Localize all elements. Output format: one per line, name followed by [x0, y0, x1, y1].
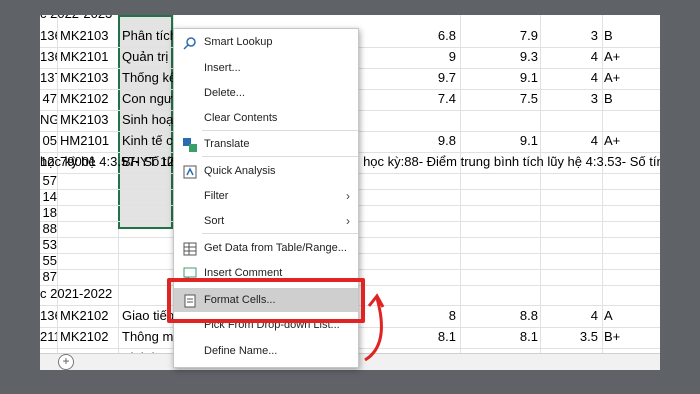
- cell-a[interactable]: 136: [40, 25, 57, 47]
- cell-a[interactable]: 14: [40, 189, 57, 205]
- menu-item-label: Quick Analysis: [204, 165, 276, 177]
- menu-item-label: Insert...: [204, 62, 241, 74]
- cell-e[interactable]: 8.8: [460, 305, 538, 327]
- menu-item-label: Get Data from Table/Range...: [204, 242, 347, 254]
- cell-e[interactable]: [460, 109, 538, 131]
- cell-a[interactable]: 136: [40, 305, 57, 327]
- menu-item-smart-lookup[interactable]: Smart Lookup: [174, 30, 358, 54]
- cell-d[interactable]: 9: [370, 46, 456, 68]
- cell-e[interactable]: 8.1: [460, 326, 538, 348]
- cell-b[interactable]: MK2103: [60, 67, 118, 89]
- cell-b[interactable]: MK2102: [60, 326, 118, 348]
- cell-c[interactable]: Thống kê: [122, 67, 173, 89]
- menu-separator: [202, 130, 358, 131]
- cell-g[interactable]: A+: [604, 130, 654, 152]
- menu-item-sort[interactable]: Sort ›: [174, 209, 358, 233]
- cell-g[interactable]: B: [604, 25, 654, 47]
- cell-a[interactable]: 18: [40, 205, 57, 221]
- cell-e[interactable]: 9.3: [460, 46, 538, 68]
- add-sheet-button[interactable]: +: [58, 354, 74, 370]
- cell-d[interactable]: 9.8: [370, 130, 456, 152]
- cell-b[interactable]: MK2103: [60, 25, 118, 47]
- menu-item-translate[interactable]: Translate: [174, 132, 358, 156]
- cell-c[interactable]: Giao tiếp: [122, 305, 173, 327]
- cell-g[interactable]: A: [604, 305, 654, 327]
- cell-f[interactable]: 3: [540, 88, 598, 110]
- cell-c[interactable]: Con người: [122, 88, 173, 110]
- cell-a[interactable]: 88: [40, 221, 57, 237]
- menu-item-label: Sort: [204, 215, 225, 227]
- cell-g[interactable]: A+: [604, 46, 654, 68]
- cell-a[interactable]: NG4: [40, 109, 57, 131]
- cell-f[interactable]: 4: [540, 67, 598, 89]
- summary-text-left: học kỳ hệ 4:3.57- Số tín: [40, 154, 178, 169]
- cell-c[interactable]: Quản trị: [122, 46, 173, 68]
- menu-item-clear-contents[interactable]: Clear Contents: [174, 106, 358, 130]
- section-header: c 2022-2023: [40, 15, 112, 25]
- cell-g[interactable]: B+: [604, 326, 654, 348]
- highlight-box: [167, 278, 365, 323]
- cell-e[interactable]: 7.9: [460, 25, 538, 47]
- cell-f[interactable]: 3: [540, 25, 598, 47]
- menu-separator: [202, 156, 358, 157]
- menu-item-insert[interactable]: Insert...: [174, 56, 358, 80]
- cell-a[interactable]: 53: [40, 237, 57, 253]
- cell-b[interactable]: MK2103: [60, 109, 118, 131]
- menu-item-label: Delete...: [204, 87, 245, 99]
- cell-c[interactable]: Sinh hoạt: [122, 109, 173, 131]
- cell-f[interactable]: 4: [540, 305, 598, 327]
- menu-item-get-data[interactable]: Get Data from Table/Range...: [174, 236, 358, 260]
- cell-f[interactable]: 4: [540, 130, 598, 152]
- summary-text-right: ện học kỳ:88- Điểm trung bình tích lũy h…: [345, 154, 660, 169]
- menu-item-define-name[interactable]: Define Name...: [174, 339, 358, 363]
- cell-a[interactable]: 136: [40, 46, 57, 68]
- cell-b[interactable]: HM2101: [60, 130, 118, 152]
- section-header: c 2021-2022: [40, 286, 113, 301]
- cell-b[interactable]: MK2101: [60, 46, 118, 68]
- cell-e[interactable]: 9.1: [460, 67, 538, 89]
- search-icon: [183, 35, 197, 50]
- cell-a[interactable]: 211: [40, 326, 57, 348]
- cell-e[interactable]: 9.1: [460, 130, 538, 152]
- cell-a[interactable]: 47: [40, 88, 57, 110]
- menu-item-label: Clear Contents: [204, 112, 278, 124]
- cell-f[interactable]: 3.5: [540, 326, 598, 348]
- chevron-right-icon: ›: [346, 189, 350, 203]
- table-icon: [183, 241, 197, 256]
- cell-a[interactable]: 57: [40, 173, 57, 189]
- cell-g[interactable]: B: [604, 88, 654, 110]
- cell-f[interactable]: [540, 109, 598, 131]
- menu-item-delete[interactable]: Delete...: [174, 81, 358, 105]
- cell-c[interactable]: Thông m: [122, 326, 173, 348]
- cell-a[interactable]: 137: [40, 67, 57, 89]
- cell-d[interactable]: 6.8: [370, 25, 456, 47]
- cell-a[interactable]: 55: [40, 253, 57, 269]
- cell-e[interactable]: 7.5: [460, 88, 538, 110]
- cell-c[interactable]: Kinh tế ch: [122, 130, 173, 152]
- menu-item-label: Translate: [204, 138, 250, 150]
- menu-item-label: Define Name...: [204, 345, 278, 357]
- menu-item-label: Smart Lookup: [204, 36, 273, 48]
- quick-analysis-icon: [183, 164, 197, 179]
- menu-separator: [202, 233, 358, 234]
- cell-a[interactable]: 05: [40, 130, 57, 152]
- menu-item-filter[interactable]: Filter ›: [174, 184, 358, 208]
- cell-f[interactable]: 4: [540, 46, 598, 68]
- cell-c[interactable]: Phân tích: [122, 25, 173, 47]
- cell-b[interactable]: MK2102: [60, 305, 118, 327]
- cell-d[interactable]: 9.7: [370, 67, 456, 89]
- menu-item-label: Filter: [204, 190, 229, 202]
- cell-g[interactable]: [604, 109, 654, 131]
- menu-item-quick-analysis[interactable]: Quick Analysis: [174, 159, 358, 183]
- cell-g[interactable]: A+: [604, 67, 654, 89]
- annotation-arrow-icon: [364, 293, 385, 362]
- cell-d[interactable]: 7.4: [370, 88, 456, 110]
- chevron-right-icon: ›: [346, 214, 350, 228]
- cell-b[interactable]: MK2102: [60, 88, 118, 110]
- translate-icon: [183, 137, 197, 152]
- cell-d[interactable]: [370, 109, 456, 131]
